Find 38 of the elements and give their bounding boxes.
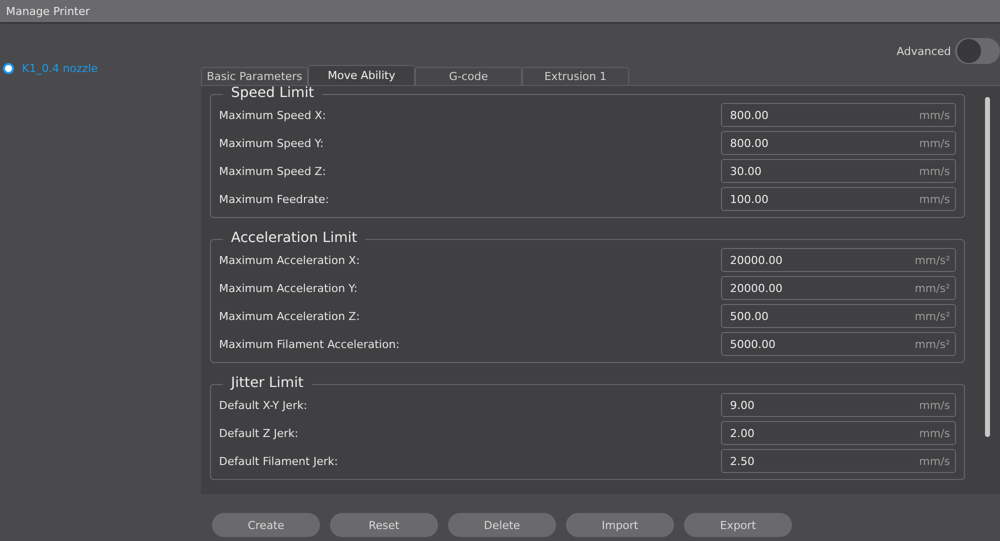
setting-label: Maximum Acceleration Y: [219, 282, 358, 294]
input-field[interactable]: 5000.00 mm/s² [721, 332, 956, 356]
input-field[interactable]: 500.00 mm/s² [721, 304, 956, 328]
tab[interactable]: Move Ability [308, 65, 415, 85]
action-button[interactable]: Create [212, 513, 320, 537]
setting-label: Maximum Speed Z: [219, 164, 326, 178]
input-field[interactable]: 2.00 mm/s [721, 421, 956, 445]
advanced-label: Advanced [896, 44, 951, 58]
action-button[interactable]: Delete [448, 513, 556, 537]
input-field[interactable]: 9.00 mm/s [721, 393, 956, 417]
action-button[interactable]: Import [566, 513, 674, 537]
radio-button[interactable] [3, 63, 14, 74]
input-field[interactable]: 800.00 mm/s [721, 131, 956, 155]
setting-label: Maximum Acceleration X: [219, 254, 360, 266]
input-field[interactable]: 20000.00 mm/s² [721, 248, 956, 272]
group-title: Jitter Limit [223, 375, 312, 391]
setting-label: Default Filament Jerk: [219, 454, 338, 468]
advanced-toggle[interactable] [955, 38, 1000, 64]
action-button[interactable]: Reset [330, 513, 438, 537]
setting-label: Default Z Jerk: [219, 426, 298, 440]
input-field[interactable]: 800.00 mm/s [721, 103, 956, 127]
setting-label: Maximum Speed X: [219, 108, 326, 122]
input-field[interactable]: 2.50 mm/s [721, 449, 956, 473]
input-field[interactable]: 30.00 mm/s [721, 159, 956, 183]
action-button[interactable]: Export [684, 513, 792, 537]
input-field[interactable]: 20000.00 mm/s² [721, 276, 956, 300]
window-title: Manage Printer [6, 4, 90, 18]
setting-label: Maximum Acceleration Z: [219, 310, 360, 322]
input-field[interactable]: 100.00 mm/s [721, 187, 956, 211]
scrollbar[interactable] [985, 97, 990, 437]
setting-label: Maximum Speed Y: [219, 136, 324, 150]
tab[interactable]: Extrusion 1 [522, 67, 629, 85]
setting-label: Default X-Y Jerk: [219, 398, 308, 412]
setting-label: Maximum Filament Acceleration: [219, 338, 400, 350]
tab[interactable]: Basic Parameters [201, 67, 308, 85]
setting-label: Maximum Feedrate: [219, 192, 329, 206]
tab[interactable]: G-code [415, 67, 522, 85]
group-title: Speed Limit [223, 86, 322, 101]
